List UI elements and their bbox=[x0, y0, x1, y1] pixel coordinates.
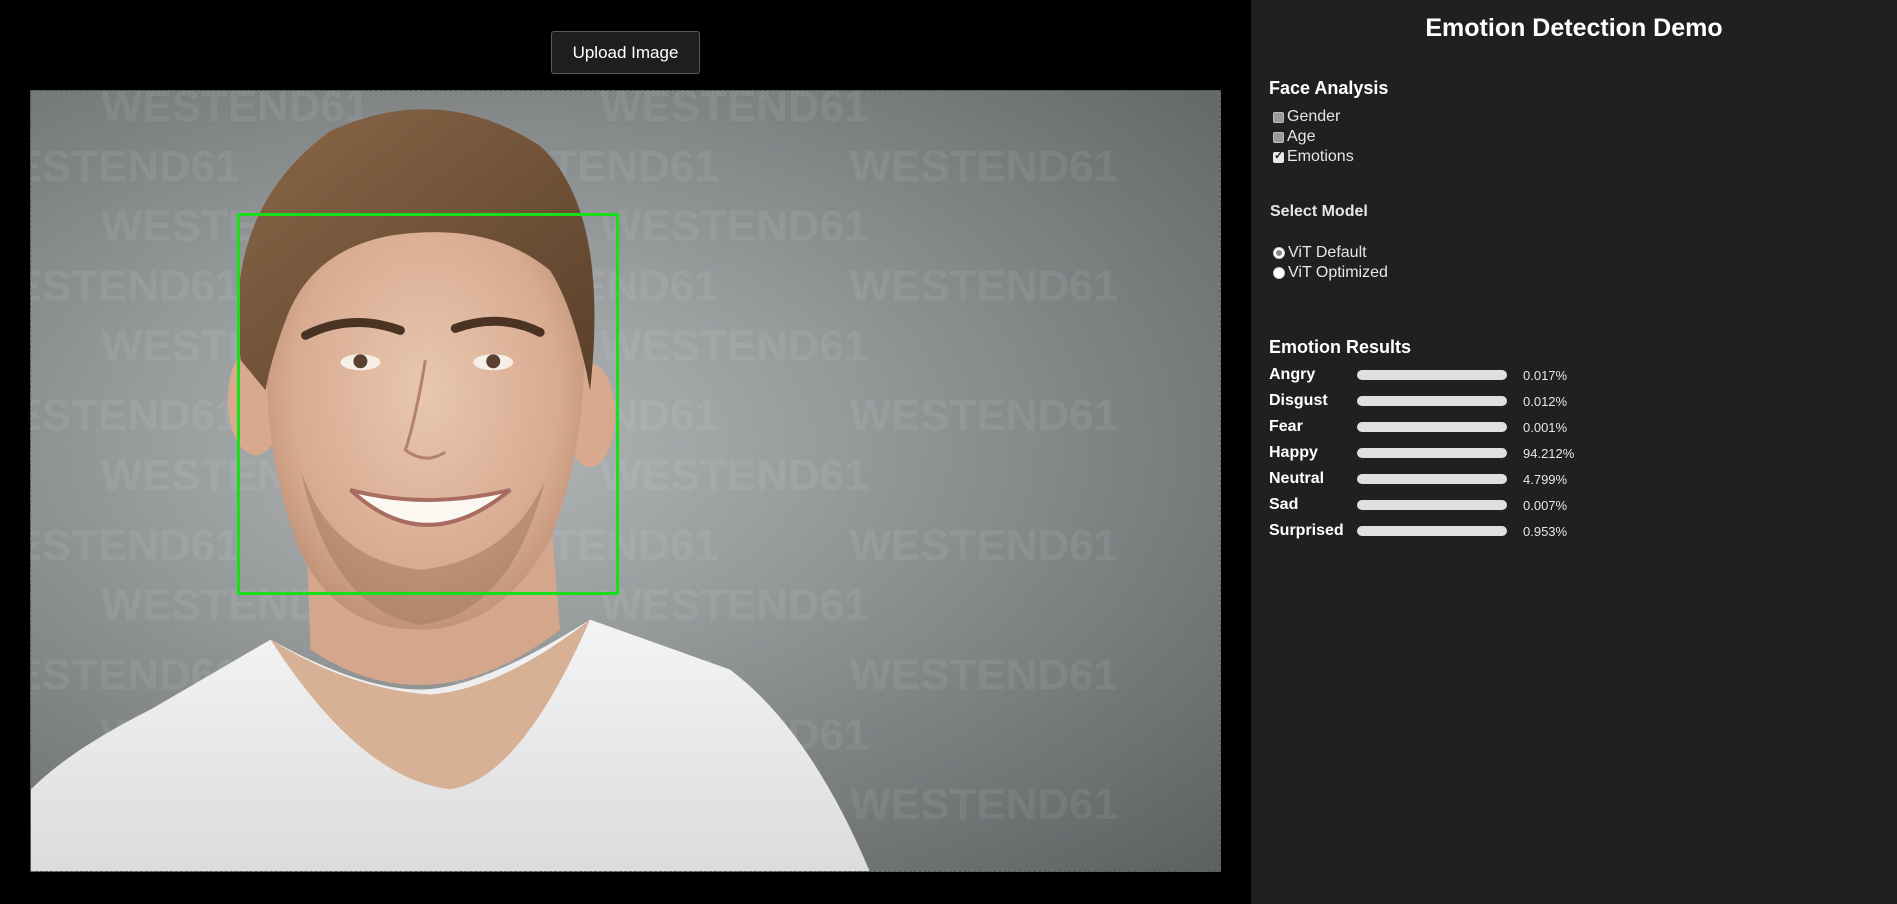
select-model-heading: Select Model bbox=[1270, 203, 1368, 220]
vit-optimized-radio[interactable] bbox=[1273, 267, 1285, 279]
face-analysis-heading: Face Analysis bbox=[1269, 78, 1389, 98]
emotion-row-fear: Fear 0.001% bbox=[1269, 417, 1567, 437]
age-checkbox[interactable] bbox=[1273, 131, 1284, 143]
uploaded-photo: WESTEND61WESTEND61WESTEND61WESTEND61WEST… bbox=[30, 90, 1221, 872]
emotion-label: Neutral bbox=[1269, 470, 1325, 487]
image-area: Upload Image WESTEND61WESTEND61WESTEND61… bbox=[0, 0, 1251, 904]
emotion-bar bbox=[1357, 500, 1507, 510]
emotion-row-disgust: Disgust 0.012% bbox=[1269, 391, 1567, 411]
emotion-row-happy: Happy 94.212% bbox=[1269, 443, 1574, 463]
emotion-bar bbox=[1357, 422, 1507, 432]
emotion-bar bbox=[1357, 474, 1507, 484]
emotion-label: Disgust bbox=[1269, 392, 1328, 409]
emotions-checkbox-option[interactable]: Emotions bbox=[1273, 148, 1354, 166]
gender-checkbox-option[interactable]: Gender bbox=[1273, 108, 1340, 126]
emotion-value: 0.953% bbox=[1523, 523, 1568, 539]
emotion-value: 0.001% bbox=[1523, 419, 1568, 435]
control-panel: Emotion Detection Demo Face Analysis Gen… bbox=[1251, 0, 1897, 904]
emotion-row-surprised: Surprised 0.953% bbox=[1269, 521, 1567, 541]
emotion-label: Surprised bbox=[1269, 522, 1344, 539]
emotion-value: 94.212% bbox=[1523, 445, 1575, 461]
age-label: Age bbox=[1287, 128, 1316, 145]
emotions-label: Emotions bbox=[1287, 148, 1354, 165]
model-option-vit-optimized[interactable]: ViT Optimized bbox=[1273, 264, 1388, 282]
emotion-bar bbox=[1357, 396, 1507, 406]
emotion-bar bbox=[1357, 370, 1507, 380]
vit-default-radio[interactable] bbox=[1273, 247, 1285, 259]
gender-checkbox[interactable] bbox=[1273, 111, 1284, 123]
model-option-vit-default[interactable]: ViT Default bbox=[1273, 244, 1367, 262]
emotion-label: Happy bbox=[1269, 444, 1318, 461]
age-checkbox-option[interactable]: Age bbox=[1273, 128, 1315, 146]
vit-default-label: ViT Default bbox=[1288, 244, 1367, 261]
upload-image-button[interactable]: Upload Image bbox=[551, 31, 700, 74]
emotion-label: Sad bbox=[1269, 496, 1299, 513]
emotion-row-angry: Angry 0.017% bbox=[1269, 365, 1567, 385]
emotion-value: 0.012% bbox=[1523, 393, 1568, 409]
face-detection-box bbox=[237, 213, 619, 595]
page-title: Emotion Detection Demo bbox=[1425, 14, 1723, 42]
emotion-label: Angry bbox=[1269, 366, 1316, 383]
gender-label: Gender bbox=[1287, 108, 1341, 125]
emotion-value: 4.799% bbox=[1523, 471, 1568, 487]
emotion-row-neutral: Neutral 4.799% bbox=[1269, 469, 1567, 489]
emotion-results-heading: Emotion Results bbox=[1269, 337, 1412, 357]
portrait-image bbox=[31, 109, 870, 871]
emotion-value: 0.017% bbox=[1523, 367, 1568, 383]
emotion-label: Fear bbox=[1269, 418, 1303, 435]
emotion-bar bbox=[1357, 448, 1507, 458]
emotion-bar bbox=[1357, 526, 1507, 536]
emotion-row-sad: Sad 0.007% bbox=[1269, 495, 1567, 515]
vit-optimized-label: ViT Optimized bbox=[1288, 264, 1388, 281]
emotions-checkbox[interactable] bbox=[1273, 149, 1284, 163]
emotion-value: 0.007% bbox=[1523, 497, 1568, 513]
